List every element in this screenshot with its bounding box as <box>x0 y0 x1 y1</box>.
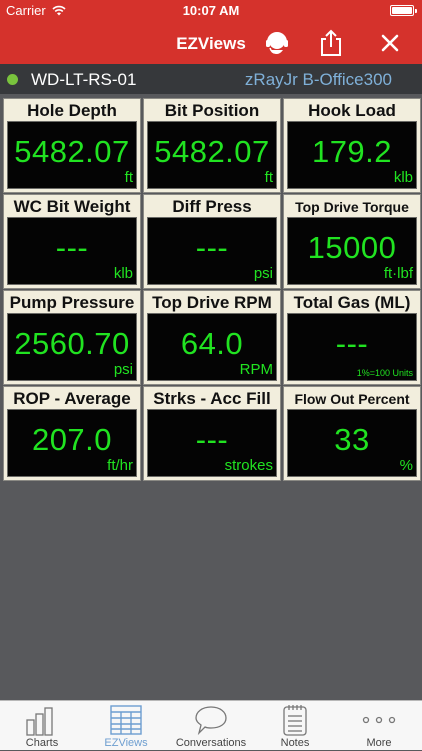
tile-unit: psi <box>113 361 133 378</box>
tile-display: 207.0 ft/hr <box>7 409 137 477</box>
tab-label: Notes <box>280 737 310 749</box>
tile-label: Top Drive RPM <box>152 293 272 312</box>
tile-display: --- 1%=100 Units <box>287 313 417 381</box>
tile-value: 179.2 <box>311 134 393 169</box>
tile-unit: klb <box>113 265 133 282</box>
tile-value: --- <box>55 230 89 265</box>
tile-label: Hook Load <box>308 101 396 120</box>
tab-more[interactable]: More <box>336 701 422 751</box>
grid-icon <box>109 704 143 741</box>
tab-label: More <box>366 737 392 749</box>
tab-label: EZViews <box>104 737 148 749</box>
tile-value: 64.0 <box>180 326 244 361</box>
tile-display: 64.0 RPM <box>147 313 277 381</box>
tile-display: 5482.07 ft <box>7 121 137 189</box>
server-name: zRayJr B-Office300 <box>244 70 392 89</box>
tile-label: Flow Out Percent <box>294 391 410 407</box>
tile-unit: psi <box>253 265 273 282</box>
well-header[interactable]: WD-LT-RS-01 zRayJr B-Office300 <box>0 64 422 94</box>
well-name: WD-LT-RS-01 <box>31 70 137 89</box>
tile-unit: 1%=100 Units <box>356 368 413 378</box>
tile-display: 5482.07 ft <box>147 121 277 189</box>
tile-display: 33 % <box>287 409 417 477</box>
tile-label: Diff Press <box>172 197 252 216</box>
ellipsis-icon <box>359 704 399 741</box>
tile-unit: RPM <box>239 361 273 378</box>
tile-display: 15000 ft·lbf <box>287 217 417 285</box>
page-title: EZViews <box>176 34 246 53</box>
tile-value: 5482.07 <box>154 134 270 169</box>
tile-display: --- strokes <box>147 409 277 477</box>
share-icon[interactable] <box>316 28 346 58</box>
tile-label: ROP - Average <box>13 389 131 408</box>
headset-icon[interactable] <box>262 28 292 58</box>
tile-bit-position[interactable]: Bit Position 5482.07 ft <box>143 98 281 193</box>
tile-top-drive-torque[interactable]: Top Drive Torque 15000 ft·lbf <box>283 194 421 289</box>
tile-label: Strks - Acc Fill <box>153 389 271 408</box>
tile-unit: ft·lbf <box>383 265 413 282</box>
close-icon[interactable] <box>375 28 405 58</box>
tile-value: 207.0 <box>31 422 113 457</box>
connection-status-icon <box>7 74 18 85</box>
tile-value: --- <box>335 326 369 361</box>
tile-display: --- klb <box>7 217 137 285</box>
tile-display: 179.2 klb <box>287 121 417 189</box>
tile-pump-pressure[interactable]: Pump Pressure 2560.70 psi <box>3 290 141 385</box>
nav-bar: EZViews <box>0 22 422 64</box>
tab-ezviews[interactable]: EZViews <box>84 701 168 751</box>
battery-icon <box>390 5 417 16</box>
tile-unit: klb <box>393 169 413 186</box>
tile-diff-press[interactable]: Diff Press --- psi <box>143 194 281 289</box>
tile-label: Top Drive Torque <box>295 199 409 215</box>
tab-notes[interactable]: Notes <box>254 701 336 751</box>
tile-display: 2560.70 psi <box>7 313 137 381</box>
tile-rop-average[interactable]: ROP - Average 207.0 ft/hr <box>3 386 141 481</box>
tile-value: 15000 <box>307 230 397 265</box>
tile-flow-out-percent[interactable]: Flow Out Percent 33 % <box>283 386 421 481</box>
tile-label: WC Bit Weight <box>13 197 131 216</box>
tile-unit: ft <box>264 169 273 186</box>
notepad-icon <box>280 704 310 741</box>
tile-value: --- <box>195 422 229 457</box>
tab-charts[interactable]: Charts <box>0 701 84 751</box>
tile-unit: strokes <box>224 457 273 474</box>
speech-bubble-icon <box>194 704 228 741</box>
tile-strks-acc-fill[interactable]: Strks - Acc Fill --- strokes <box>143 386 281 481</box>
tab-label: Charts <box>25 737 59 749</box>
tile-value: --- <box>195 230 229 265</box>
tile-value: 33 <box>334 422 370 457</box>
tile-label: Hole Depth <box>27 101 117 120</box>
tile-display: --- psi <box>147 217 277 285</box>
tile-label: Total Gas (ML) <box>293 293 411 312</box>
status-bar: Carrier 10:07 AM <box>0 0 422 22</box>
tile-wc-bit-weight[interactable]: WC Bit Weight --- klb <box>3 194 141 289</box>
bar-chart-icon <box>24 704 60 741</box>
tab-label: Conversations <box>175 737 247 749</box>
tab-conversations[interactable]: Conversations <box>168 701 254 751</box>
tile-label: Bit Position <box>164 101 260 120</box>
tile-unit: % <box>399 457 413 474</box>
tile-hook-load[interactable]: Hook Load 179.2 klb <box>283 98 421 193</box>
tile-label: Pump Pressure <box>9 293 135 312</box>
tile-top-drive-rpm[interactable]: Top Drive RPM 64.0 RPM <box>143 290 281 385</box>
tab-bar: Charts EZViews Conversations Notes More <box>0 700 422 750</box>
tile-unit: ft <box>124 169 133 186</box>
tile-total-gas[interactable]: Total Gas (ML) --- 1%=100 Units <box>283 290 421 385</box>
tile-value: 5482.07 <box>14 134 130 169</box>
tile-value: 2560.70 <box>14 326 130 361</box>
tile-unit: ft/hr <box>107 457 133 474</box>
tile-hole-depth[interactable]: Hole Depth 5482.07 ft <box>3 98 141 193</box>
clock: 10:07 AM <box>182 3 240 18</box>
